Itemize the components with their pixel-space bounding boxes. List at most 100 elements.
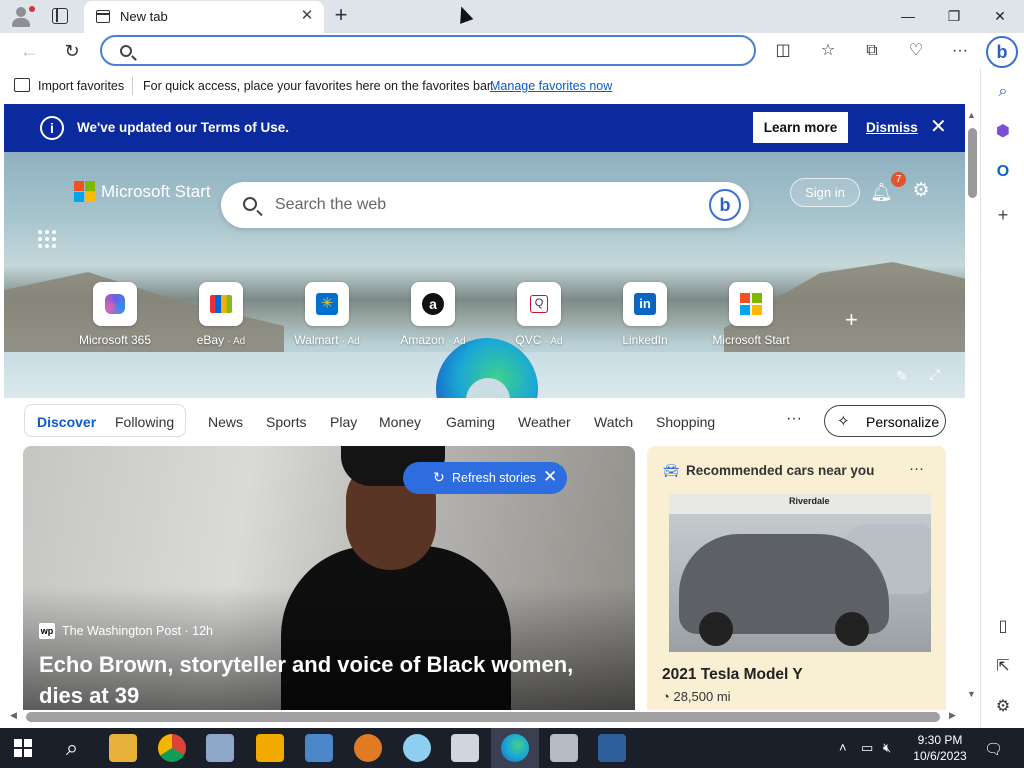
back-button[interactable]: ← [18,40,40,62]
sidebar-add-icon[interactable]: + [993,205,1013,225]
settings-gear-icon[interactable]: ⚙ [910,180,932,202]
tab-play[interactable]: Play [330,414,357,430]
sidebar-outlook-icon[interactable]: O [993,162,1013,182]
app-icon-orange[interactable] [354,734,382,762]
paint-icon[interactable] [206,734,234,762]
new-tab-button[interactable]: + [330,4,352,26]
scroll-down-arrow-icon[interactable]: ▼ [967,689,976,699]
minimize-button[interactable]: — [893,5,923,27]
tab-actions-icon[interactable] [52,8,68,24]
import-favorites-icon[interactable] [14,78,30,92]
quicklink-qvc[interactable]: Q QVC · Ad [484,282,594,352]
quicklink-ebay[interactable]: eBay · Ad [166,282,276,352]
close-tab-icon[interactable]: ✕ [298,7,316,25]
dismiss-link[interactable]: Dismiss [866,120,918,135]
web-search-input[interactable] [275,194,695,216]
copilot-button[interactable]: b [986,36,1018,68]
expand-icon[interactable]: ⤢ [929,366,940,383]
split-screen-icon[interactable]: ◫ [773,41,793,61]
refresh-button[interactable]: ↻ [61,40,83,62]
car-mileage: ◔ 28,500 mi [662,689,731,704]
tab-weather[interactable]: Weather [518,414,571,430]
tab-sports[interactable]: Sports [266,414,306,430]
personalize-button[interactable]: ✧ Personalize [824,405,946,437]
cube-icon[interactable] [451,734,479,762]
vertical-scrollbar[interactable]: ▲ ▼ [965,104,980,710]
brand-title[interactable]: Microsoft Start [101,182,211,202]
more-menu-icon[interactable]: ··· [950,41,970,61]
sidebar-m365-icon[interactable]: ⬢ [993,122,1013,142]
taskbar-search-icon[interactable]: ⌕ [58,734,86,762]
quicklink-walmart[interactable]: ✳ Walmart · Ad [272,282,382,352]
address-bar[interactable] [100,35,756,66]
restore-button[interactable]: ❐ [939,5,969,27]
notifications-bell-icon[interactable]: 🔔︎ [870,181,893,203]
address-input[interactable] [142,40,742,62]
tab-gaming[interactable]: Gaming [446,414,495,430]
tab-money[interactable]: Money [379,414,421,430]
tab-title: New tab [120,9,168,24]
sidebar-external-icon[interactable]: ⇱ [993,657,1013,677]
scrollbar-thumb[interactable] [26,712,940,722]
notifications-icon[interactable]: 🗨︎ [984,740,1003,758]
tab-watch[interactable]: Watch [594,414,633,430]
quicklink-microsoft-start[interactable]: Microsoft Start [696,282,806,352]
favorites-star-icon[interactable]: ☆ [818,41,838,61]
scrollbar-thumb[interactable] [968,128,977,198]
story-headline[interactable]: Echo Brown, storyteller and voice of Bla… [39,649,619,710]
browser-essentials-icon[interactable]: ♡ [906,41,926,61]
sidebar-search-icon[interactable]: ⌕ [993,82,1013,102]
web-search-box[interactable]: b [221,182,749,228]
profile-icon[interactable] [10,6,35,28]
bing-chat-icon[interactable]: b [709,189,741,221]
navigation-bar: ← ↻ ◫ ☆ ⧉ ♡ ··· b [0,33,1024,69]
edit-background-icon[interactable]: ✎ [896,368,908,385]
tab-following[interactable]: Following [115,414,174,430]
refresh-stories-button[interactable]: ↻ Refresh stories ✕ [403,462,567,494]
calculator-icon[interactable] [598,734,626,762]
tab-discover[interactable]: Discover [37,414,96,430]
scroll-up-arrow-icon[interactable]: ▲ [967,110,976,120]
tab-new-tab[interactable]: New tab ✕ [84,1,324,33]
microsoft-logo-icon [740,293,762,315]
learn-more-button[interactable]: Learn more [753,112,848,143]
quicklink-amazon[interactable]: a Amazon · Ad [378,282,488,352]
network-icon[interactable]: ▭ [861,740,873,756]
favorites-bar: Import favorites For quick access, place… [0,69,980,103]
sign-in-button[interactable]: Sign in [790,178,860,207]
show-hidden-icons[interactable]: ˄ [839,740,847,755]
photos-icon[interactable] [305,734,333,762]
app-icon-gray[interactable] [550,734,578,762]
horizontal-scrollbar[interactable]: ◀ ▶ [4,710,965,724]
photo-sign-text: Riverdale [789,496,830,506]
quicklink-microsoft-365[interactable]: Microsoft 365 [60,282,170,352]
close-refresh-icon[interactable]: ✕ [543,467,557,487]
car-model[interactable]: 2021 Tesla Model Y [662,666,803,684]
recommended-cars-card[interactable]: 🚘︎ Recommended cars near you ··· Riverda… [647,446,946,710]
collections-icon[interactable]: ⧉ [862,41,882,61]
manage-favorites-link[interactable]: Manage favorites now [490,79,612,93]
edge-icon[interactable] [501,734,529,762]
more-tabs-button[interactable]: ··· [786,410,802,428]
chrome-icon[interactable] [158,734,186,762]
volume-muted-icon[interactable]: 🔇︎ [883,740,891,756]
app-launcher-icon[interactable] [38,230,58,250]
import-favorites-button[interactable]: Import favorites [38,79,124,93]
card-more-icon[interactable]: ··· [909,460,924,477]
tab-shopping[interactable]: Shopping [656,414,715,430]
close-window-button[interactable]: ✕ [985,5,1015,27]
scroll-left-arrow-icon[interactable]: ◀ [10,710,17,721]
car-icon: 🚘︎ [663,463,680,478]
close-banner-icon[interactable]: ✕ [930,116,947,138]
sidebar-settings-icon[interactable]: ⚙ [993,697,1013,717]
windows-start-icon[interactable] [14,739,32,757]
tab-news[interactable]: News [208,414,243,430]
lightbulb-icon[interactable] [403,734,431,762]
quicklink-linkedin[interactable]: in LinkedIn [590,282,700,352]
scroll-right-arrow-icon[interactable]: ▶ [949,710,956,721]
sidebar-panel-icon[interactable]: ▯ [993,617,1013,637]
add-shortcut-plus-icon[interactable]: + [845,307,858,333]
file-explorer-icon[interactable] [109,734,137,762]
app-icon-yellow[interactable] [256,734,284,762]
system-clock[interactable]: 9:30 PM 10/6/2023 [906,732,974,764]
